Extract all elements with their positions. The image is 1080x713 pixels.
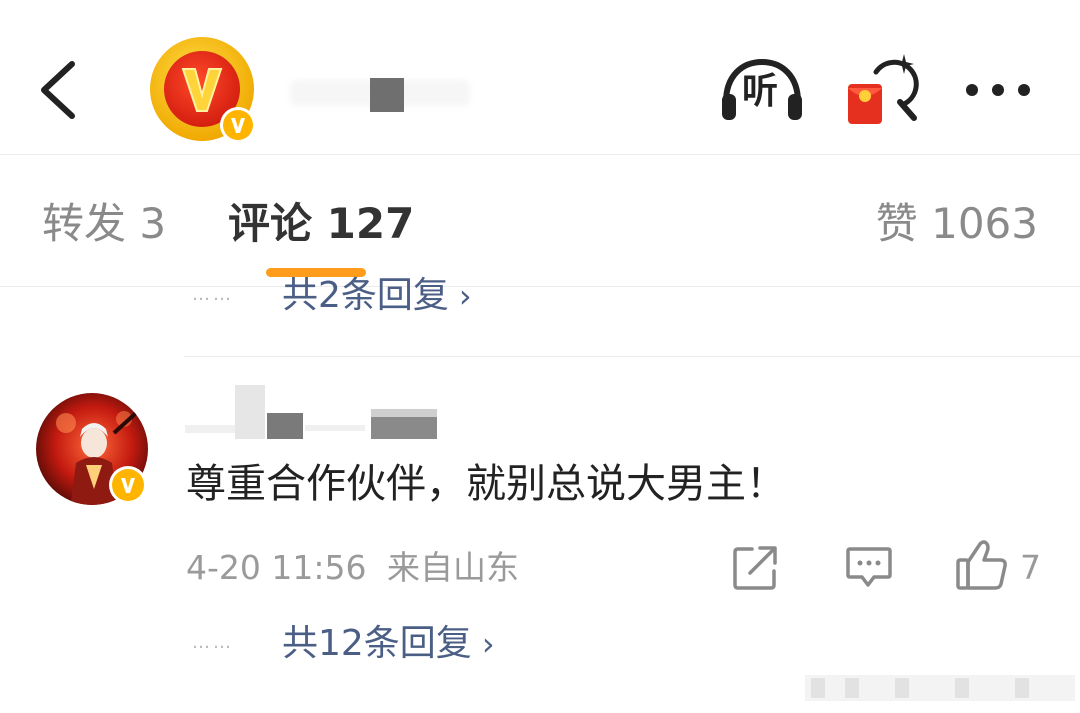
view-replies-link[interactable]: 共12条回复 › [282, 622, 495, 666]
tab-like[interactable]: 赞 1063 [876, 198, 1038, 250]
reply-button[interactable] [844, 543, 894, 591]
tab-repost[interactable]: 转发 3 [42, 198, 166, 250]
top-nav-bar: 听 [0, 0, 1080, 155]
red-packet-search-icon [848, 54, 919, 124]
author-name-mask [370, 78, 404, 112]
gold-v-badge-icon [150, 37, 256, 143]
comment-body: 尊重合作伙伴，就别总说大男主！ [186, 461, 786, 507]
red-packet-search-button[interactable] [842, 52, 922, 128]
view-replies-link[interactable]: 共2条回复 › [282, 274, 472, 314]
thumbs-up-icon [956, 540, 1007, 590]
chevron-right-icon: › [481, 625, 495, 663]
tab-bar: 转发 3 评论 127 赞 1063 [0, 156, 1080, 287]
like-count: 7 [1020, 548, 1041, 587]
share-icon [733, 546, 777, 590]
commenter-name-redacted [185, 385, 445, 445]
commenter-avatar[interactable] [36, 393, 152, 509]
view-replies-label: 共12条回复 [282, 623, 472, 664]
home-indicator-redacted [805, 675, 1075, 701]
author-avatar[interactable] [150, 37, 258, 145]
comment-divider [184, 356, 1080, 357]
chevron-left-icon [41, 61, 75, 119]
comment-meta: 4-20 11:56 来自山东 [186, 548, 519, 588]
more-dots-icon [966, 84, 1030, 96]
like-button[interactable] [954, 538, 1010, 592]
share-button[interactable] [730, 543, 780, 593]
reply-dots: …… [192, 632, 234, 653]
back-button[interactable] [30, 58, 90, 122]
reply-dots: …… [192, 284, 234, 305]
tab-comment[interactable]: 评论 127 [228, 198, 414, 250]
more-button[interactable] [962, 74, 1034, 106]
listen-label: 听 [742, 71, 779, 112]
comment-icon [846, 547, 892, 587]
view-replies-label: 共2条回复 [282, 275, 449, 314]
anime-avatar-image [36, 393, 148, 505]
listen-button[interactable]: 听 [718, 58, 806, 124]
comment-time: 4-20 11:56 [186, 548, 367, 587]
chevron-right-icon: › [458, 277, 472, 314]
comment-location: 来自山东 [387, 548, 519, 587]
